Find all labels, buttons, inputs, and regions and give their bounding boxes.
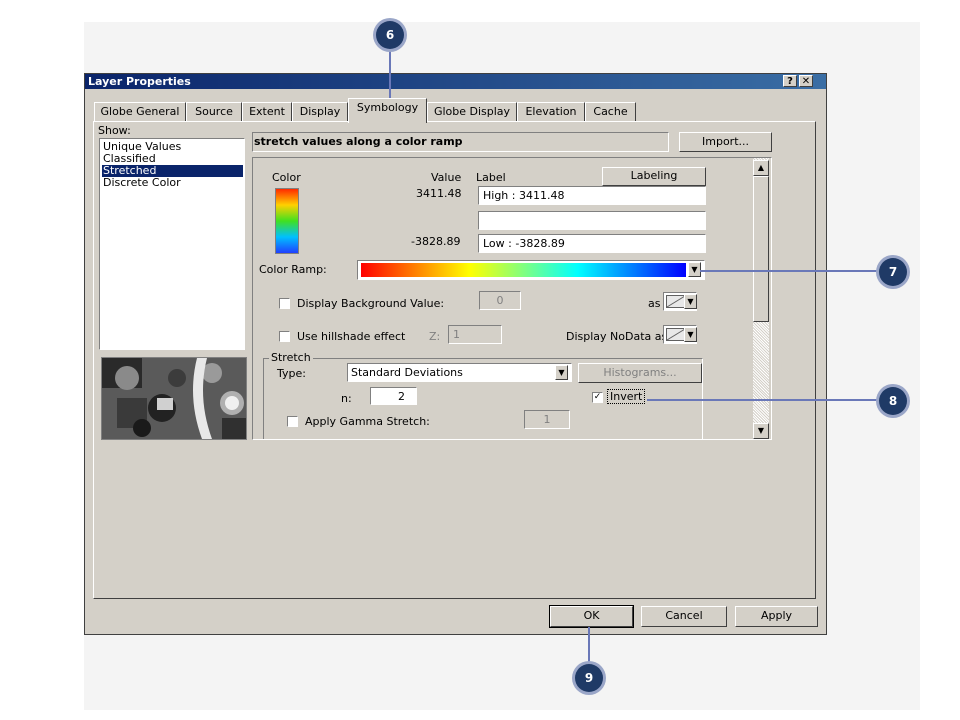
low-value: -3828.89 <box>411 235 461 248</box>
z-factor-field[interactable]: 1 <box>448 325 502 344</box>
n-field[interactable]: 2 <box>370 387 417 405</box>
high-label-field[interactable]: High : 3411.48 <box>478 186 706 205</box>
chevron-down-icon[interactable]: ▼ <box>555 365 568 380</box>
layer-properties-dialog: Layer Properties ? ✕ Globe General Sourc… <box>84 73 827 635</box>
mid-label-field[interactable] <box>478 211 706 230</box>
callout-6-line <box>389 48 391 98</box>
gamma-value-field[interactable]: 1 <box>524 410 570 429</box>
ok-button[interactable]: OK <box>549 605 634 628</box>
nodata-color-picker[interactable]: ▼ <box>663 325 697 344</box>
callout-8: 8 <box>879 387 907 415</box>
color-ramp-label: Color Ramp: <box>259 263 327 276</box>
symbology-panel: Show: Unique Values Classified Stretched… <box>93 121 816 599</box>
callout-8-line <box>647 399 880 401</box>
callout-7: 7 <box>879 258 907 286</box>
stretch-type-label: Type: <box>277 367 306 380</box>
scroll-down-icon[interactable]: ▼ <box>753 423 769 439</box>
background-value-label: Display Background Value: <box>297 297 445 310</box>
chevron-down-icon[interactable]: ▼ <box>684 327 697 342</box>
hillshade-checkbox[interactable] <box>279 331 290 342</box>
callout-7-line <box>700 270 880 272</box>
renderer-description: stretch values along a color ramp <box>254 135 463 148</box>
help-button[interactable]: ? <box>783 75 797 87</box>
scroll-thumb[interactable] <box>753 176 769 322</box>
renderer-description-box: stretch values along a color ramp <box>252 132 669 152</box>
preview-thumbnail <box>101 357 247 440</box>
n-value: 2 <box>398 390 405 403</box>
window-title: Layer Properties <box>88 75 191 88</box>
close-button[interactable]: ✕ <box>799 75 813 87</box>
hillshade-label: Use hillshade effect <box>297 330 406 343</box>
background-value-checkbox[interactable] <box>279 298 290 309</box>
title-bar[interactable]: Layer Properties ? ✕ <box>85 74 826 89</box>
z-label: Z: <box>429 330 441 343</box>
tab-globe-general[interactable]: Globe General <box>94 102 186 122</box>
labeling-button[interactable]: Labeling <box>602 167 706 186</box>
scroll-up-icon[interactable]: ▲ <box>753 160 769 176</box>
high-value: 3411.48 <box>416 187 462 200</box>
color-ramp-dropdown[interactable]: ▼ <box>357 260 705 280</box>
value-header: Value <box>431 171 462 184</box>
callout-9: 9 <box>575 664 603 692</box>
gamma-stretch-checkbox[interactable] <box>287 416 298 427</box>
show-label: Show: <box>98 124 131 137</box>
tab-elevation[interactable]: Elevation <box>517 102 585 122</box>
tab-cache[interactable]: Cache <box>585 102 636 122</box>
low-label-field[interactable]: Low : -3828.89 <box>478 234 706 253</box>
gamma-stretch-label: Apply Gamma Stretch: <box>305 415 430 428</box>
n-label: n: <box>341 392 352 405</box>
tab-globe-display[interactable]: Globe Display <box>427 102 517 122</box>
import-button[interactable]: Import... <box>679 132 772 152</box>
color-swatch-ramp[interactable] <box>275 188 299 254</box>
color-header: Color <box>272 171 301 184</box>
background-value-field[interactable]: 0 <box>479 291 521 310</box>
show-list[interactable]: Unique Values Classified Stretched Discr… <box>99 138 245 350</box>
callout-6: 6 <box>376 21 404 49</box>
tab-display[interactable]: Display <box>292 102 348 122</box>
invert-label: Invert <box>607 389 646 404</box>
cancel-button[interactable]: Cancel <box>641 606 727 627</box>
background-as-label: as <box>648 297 661 310</box>
nodata-label: Display NoData as <box>566 330 668 343</box>
background-color-picker[interactable]: ▼ <box>663 292 697 311</box>
chevron-down-icon[interactable]: ▼ <box>684 294 697 309</box>
no-color-swatch-icon <box>666 328 686 341</box>
tab-extent[interactable]: Extent <box>242 102 292 122</box>
stretch-type-dropdown[interactable]: Standard Deviations ▼ <box>347 363 572 382</box>
stretch-group-label: Stretch <box>269 351 313 364</box>
symbology-settings: Color Value Label Labeling 3411.48 High … <box>252 157 772 440</box>
invert-checkbox[interactable]: ✓ <box>592 392 603 403</box>
color-ramp-preview <box>361 263 686 277</box>
apply-button[interactable]: Apply <box>735 606 818 627</box>
low-label-text: Low : -3828.89 <box>483 237 565 250</box>
stretch-type-value: Standard Deviations <box>351 366 463 379</box>
list-item[interactable]: Discrete Color <box>102 177 243 189</box>
label-header: Label <box>476 171 506 184</box>
no-color-swatch-icon <box>666 295 686 308</box>
tab-symbology[interactable]: Symbology <box>348 98 427 123</box>
callout-9-line <box>588 627 590 669</box>
high-label-text: High : 3411.48 <box>483 189 565 202</box>
histograms-button[interactable]: Histograms... <box>578 363 702 383</box>
tab-source[interactable]: Source <box>186 102 242 122</box>
